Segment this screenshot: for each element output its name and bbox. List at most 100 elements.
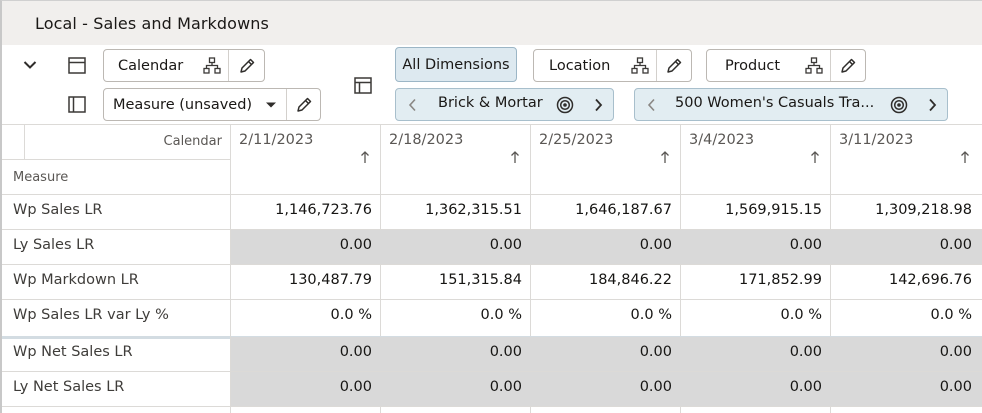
data-grid: Calendar Measure 2/11/2023 2/18/2023 2/25/… [2, 124, 982, 413]
column-header-date[interactable]: 2/25/2023 [539, 132, 613, 148]
data-cell[interactable]: 0.00 [230, 379, 372, 395]
caret-down-icon [266, 102, 276, 107]
data-cell[interactable]: 0.00 [230, 344, 372, 360]
location-edit-button[interactable] [657, 50, 691, 81]
location-dimension-pill[interactable]: Location [533, 49, 692, 82]
row-header-label[interactable]: Wp Markdown LR [13, 272, 139, 288]
product-next-button[interactable] [918, 89, 946, 120]
data-cell[interactable]: 151,315.84 [380, 272, 522, 288]
calendar-dimension-pill[interactable]: Calendar [103, 49, 265, 82]
chevron-right-icon [594, 98, 602, 111]
data-cell[interactable]: 1,362,315.51 [380, 202, 522, 218]
row-divider [2, 406, 982, 407]
product-previous-button[interactable] [637, 89, 665, 120]
chevron-left-icon [647, 98, 655, 111]
pencil-icon [667, 58, 682, 73]
location-previous-button[interactable] [398, 89, 426, 120]
pencil-icon [239, 58, 254, 73]
column-header-date[interactable]: 2/11/2023 [239, 132, 313, 148]
all-dimensions-button[interactable]: All Dimensions [395, 47, 517, 82]
data-cell[interactable]: 0.00 [380, 237, 522, 253]
data-cell[interactable]: 0.0 % [230, 307, 372, 323]
data-cell[interactable]: 1,569,915.15 [680, 202, 822, 218]
product-hierarchy-button[interactable] [798, 50, 830, 81]
product-edit-button[interactable] [831, 50, 865, 81]
collapse-toolbar-button[interactable] [16, 53, 44, 77]
header-bottom-border [2, 194, 982, 195]
data-cell[interactable]: 1,646,187.67 [530, 202, 672, 218]
location-current-value: Brick & Mortar [438, 95, 543, 111]
data-cell[interactable]: 0.00 [680, 237, 822, 253]
measure-dimension-label: Measure (unsaved) [113, 96, 253, 113]
product-dimension-pill[interactable]: Product [706, 49, 866, 82]
data-cell[interactable]: 0.00 [530, 237, 672, 253]
data-cell[interactable]: 130,487.79 [230, 272, 372, 288]
pivot-button[interactable] [350, 73, 376, 97]
data-cell[interactable]: 171,852.99 [680, 272, 822, 288]
row-header-label[interactable]: Wp Net Sales LR [13, 344, 133, 360]
row-axis-button[interactable] [64, 53, 90, 77]
product-dimension-label: Product [725, 57, 781, 74]
data-cell[interactable]: 0.0 % [530, 307, 672, 323]
chevron-down-icon [23, 61, 37, 69]
sort-arrow-up-icon[interactable] [510, 150, 520, 168]
product-current-value: 500 Women's Casuals Tra... [675, 95, 875, 111]
data-cell[interactable]: 0.0 % [830, 307, 972, 323]
location-target-button[interactable] [551, 89, 579, 120]
data-cell[interactable]: 0.00 [230, 237, 372, 253]
sort-arrow-up-icon[interactable] [360, 150, 370, 168]
data-cell[interactable]: 0.00 [830, 344, 972, 360]
row-header-label[interactable]: Ly Sales LR [13, 237, 94, 253]
corner-split-line [2, 159, 230, 160]
data-cell[interactable]: 184,846.22 [530, 272, 672, 288]
hierarchy-icon [631, 57, 649, 74]
sort-arrow-up-icon[interactable] [960, 150, 970, 168]
location-hierarchy-button[interactable] [624, 50, 656, 81]
row-header-label[interactable]: Ly Net Sales LR [13, 379, 124, 395]
dimension-toolbar: Calendar Measure (unsaved) All Dimension… [2, 45, 982, 124]
all-dimensions-label: All Dimensions [402, 56, 510, 73]
data-cell[interactable]: 0.00 [380, 379, 522, 395]
chevron-left-icon [408, 98, 416, 111]
data-cell[interactable]: 0.00 [680, 344, 822, 360]
location-navigator: Brick & Mortar [395, 88, 614, 121]
data-cell[interactable]: 0.00 [680, 379, 822, 395]
measure-dimension-pill[interactable]: Measure (unsaved) [103, 88, 321, 121]
calendar-hierarchy-button[interactable] [196, 50, 228, 81]
corner-divider [24, 124, 25, 159]
data-cell[interactable]: 0.0 % [680, 307, 822, 323]
column-header-date[interactable]: 2/18/2023 [389, 132, 463, 148]
calendar-dimension-label: Calendar [118, 57, 184, 74]
data-cell[interactable]: 1,309,218.98 [830, 202, 972, 218]
row-header-label[interactable]: Wp Sales LR [13, 202, 103, 218]
data-cell[interactable]: 0.0 % [380, 307, 522, 323]
location-dimension-label: Location [549, 57, 611, 74]
product-target-button[interactable] [885, 89, 913, 120]
row-header-label[interactable]: Wp Sales LR var Ly % [13, 307, 169, 323]
measure-dropdown-button[interactable] [256, 89, 286, 120]
data-cell[interactable]: 142,696.76 [830, 272, 972, 288]
measure-edit-button[interactable] [287, 89, 320, 120]
chevron-right-icon [928, 98, 936, 111]
data-cell[interactable]: 0.00 [830, 237, 972, 253]
data-cell[interactable]: 1,146,723.76 [230, 202, 372, 218]
sort-arrow-up-icon[interactable] [810, 150, 820, 168]
row-header-divider [230, 124, 231, 413]
data-cell[interactable]: 0.00 [830, 379, 972, 395]
target-icon [890, 96, 908, 113]
column-axis-button[interactable] [64, 92, 90, 116]
calendar-edit-button[interactable] [229, 50, 264, 81]
data-cell[interactable]: 0.00 [380, 344, 522, 360]
column-header-date[interactable]: 3/4/2023 [689, 132, 754, 148]
column-header-date[interactable]: 3/11/2023 [839, 132, 913, 148]
sort-arrow-up-icon[interactable] [660, 150, 670, 168]
row-divider [2, 264, 982, 265]
hierarchy-icon [805, 57, 823, 74]
data-cell[interactable]: 0.00 [530, 344, 672, 360]
row-layout-icon [68, 56, 86, 74]
row-divider [2, 299, 982, 300]
target-icon [556, 96, 574, 113]
corner-calendar-label: Calendar [163, 134, 222, 149]
data-cell[interactable]: 0.00 [530, 379, 672, 395]
location-next-button[interactable] [584, 89, 612, 120]
